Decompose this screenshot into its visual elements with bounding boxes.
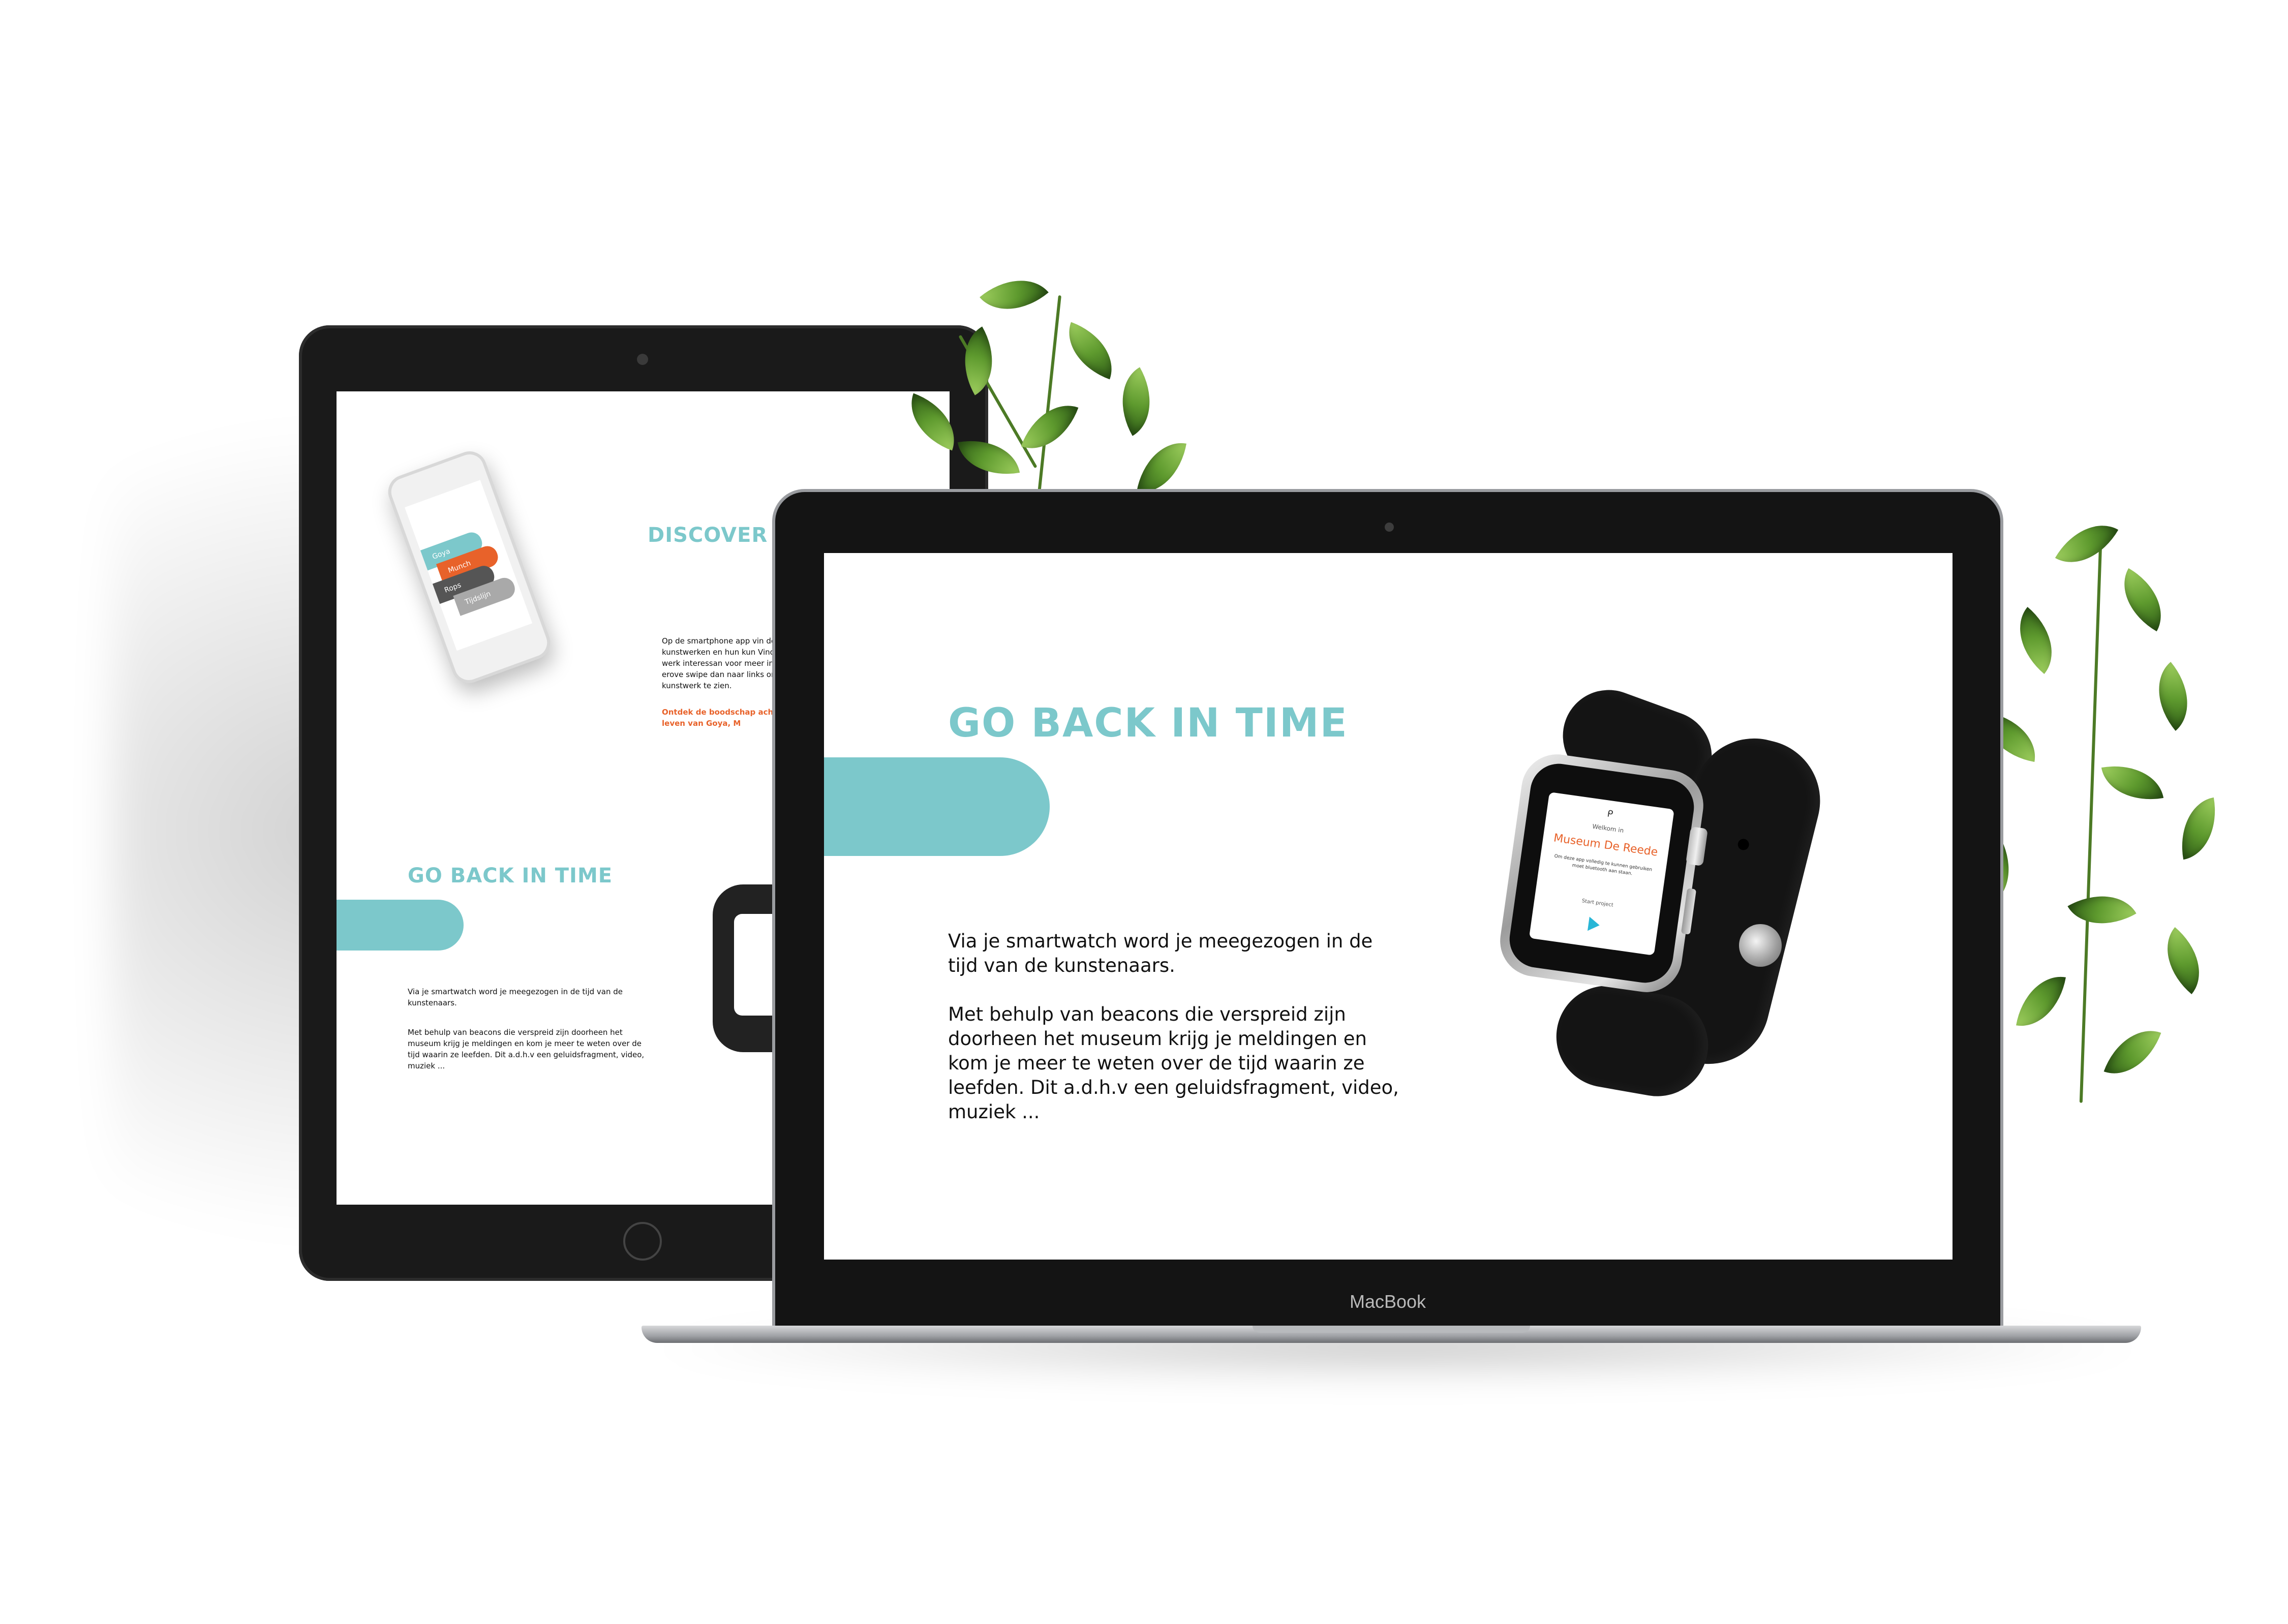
leaf — [2101, 758, 2164, 808]
tablet-section-title: GO BACK IN TIME — [408, 864, 613, 887]
watch-description: Om deze app volledig te kunnen gebruiken… — [1553, 853, 1653, 877]
leaf — [2067, 878, 2137, 942]
watch-screen: ᑭ Welkom in Museum De Reede Om deze app … — [1529, 792, 1674, 956]
laptop-device: GO BACK IN TIME Via je smartwatch word j… — [775, 492, 2000, 1326]
watch-case: ᑭ Welkom in Museum De Reede Om deze app … — [1496, 750, 1708, 997]
smartphone-mockup: Goya Munch Rops Tijdslijn — [383, 446, 555, 688]
laptop-base — [642, 1326, 2141, 1343]
play-icon[interactable] — [1587, 916, 1601, 933]
leaf — [2108, 568, 2177, 632]
tablet-teal-pill — [337, 900, 464, 951]
laptop-brand-label: MacBook — [1349, 1291, 1426, 1312]
stem — [1036, 295, 1061, 508]
paragraph-1: Via je smartwatch word je meegezogen in … — [948, 930, 1373, 976]
leaf — [2016, 970, 2066, 1033]
laptop-screen: GO BACK IN TIME Via je smartwatch word j… — [824, 553, 1953, 1260]
leaf — [899, 393, 966, 451]
page-title: GO BACK IN TIME — [948, 700, 1348, 746]
leaf — [957, 433, 1020, 482]
leaf — [980, 261, 1049, 328]
band-stud — [1739, 924, 1782, 967]
tablet-home-button[interactable] — [623, 1222, 662, 1261]
leaf — [2140, 662, 2207, 731]
stem — [2079, 544, 2102, 1103]
leaf — [1057, 322, 1124, 380]
leaf — [1137, 436, 1186, 499]
leaf — [2174, 797, 2223, 860]
start-label: Start project — [1581, 898, 1614, 908]
tablet-paragraph-2: Met behulp van beacons die verspreid zij… — [408, 1028, 645, 1070]
laptop-camera — [1385, 523, 1394, 532]
watch-glass: ᑭ Welkom in Museum De Reede Om deze app … — [1506, 760, 1698, 987]
smartphone-screen: Goya Munch Rops Tijdslijn — [405, 480, 533, 651]
teal-accent-pill — [824, 757, 1050, 856]
paragraph-2: Met behulp van beacons die verspreid zij… — [948, 1003, 1399, 1123]
smartwatch-image: ᑭ Welkom in Museum De Reede Om deze app … — [1495, 677, 1833, 1105]
leaf — [2149, 927, 2218, 994]
leaf — [2103, 1019, 2161, 1086]
leaf — [947, 326, 1011, 395]
tablet-camera — [637, 354, 648, 365]
leaf — [2001, 607, 2070, 674]
leaf — [1104, 367, 1168, 436]
laptop-notch — [1253, 1326, 1530, 1333]
plant-top — [895, 261, 1220, 508]
band-hole — [1736, 838, 1751, 851]
body-text: Via je smartwatch word je meegezogen in … — [948, 929, 1406, 1149]
leaf — [2055, 509, 2119, 578]
tablet-paragraph-1: Via je smartwatch word je meegezogen in … — [408, 987, 623, 1007]
